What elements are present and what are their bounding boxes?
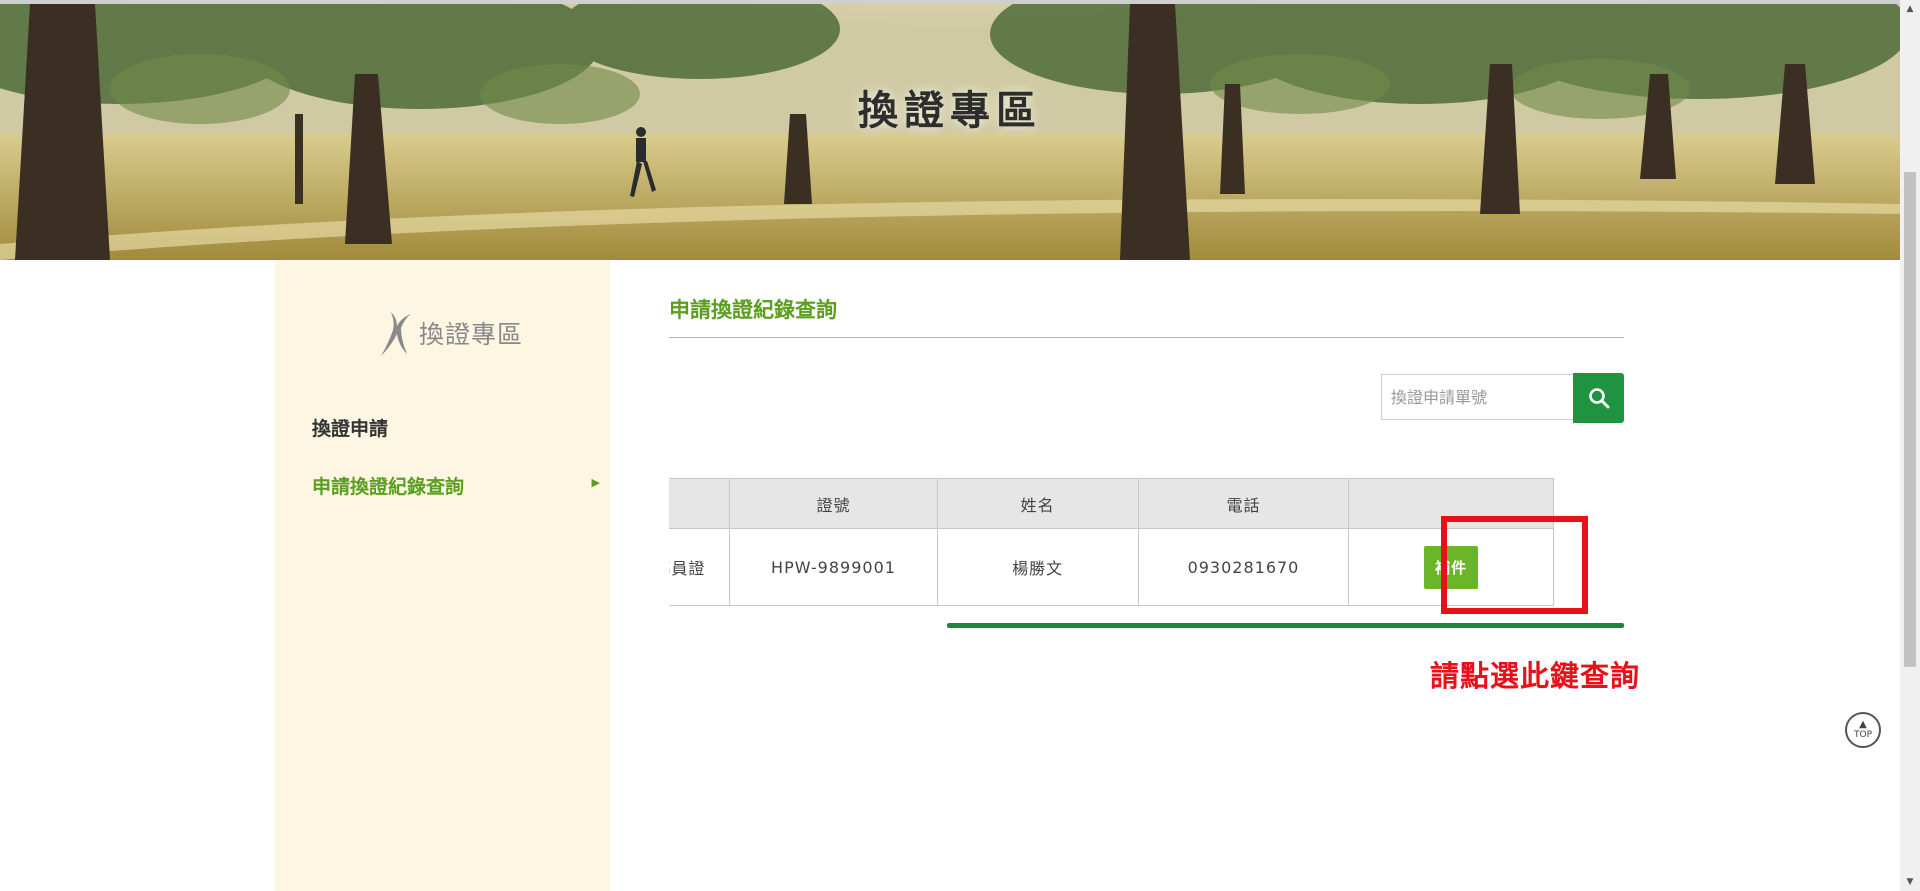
header-cert-no: 證號 <box>729 478 938 529</box>
annotation-text: 請點選此鍵查詢 <box>1430 659 1641 693</box>
heading-divider <box>669 337 1624 338</box>
page-scrollbar[interactable]: ▲ ▼ <box>1900 0 1920 891</box>
sidebar-item-apply[interactable]: 換證申請 <box>312 414 600 441</box>
arrow-right-icon: ▶ <box>591 476 600 489</box>
runner-logo-icon <box>381 312 411 356</box>
cell-phone: 0930281670 <box>1137 528 1350 606</box>
table-scroll-indicator[interactable] <box>947 623 1624 628</box>
annotation-highlight-box <box>1441 516 1588 614</box>
scroll-up-arrow-icon[interactable]: ▲ <box>1900 0 1920 18</box>
hero-banner: 換證專區 <box>0 4 1900 260</box>
banner-title: 換證專區 <box>858 88 1042 134</box>
search-icon <box>1588 388 1609 409</box>
sidebar-item-label: 申請換證紀錄查詢 <box>312 476 465 498</box>
search-input[interactable] <box>1381 374 1573 420</box>
table-row: 導員證 HPW-9899001 楊勝文 0930281670 補件 <box>669 528 1554 606</box>
sidebar-item-label: 換證申請 <box>312 418 389 440</box>
back-to-top-label: TOP <box>1853 730 1872 740</box>
arrow-up-icon: ▲ <box>1859 719 1867 730</box>
table-header-row: 證號 姓名 電話 <box>669 478 1554 529</box>
cell-type: 導員證 <box>669 528 731 606</box>
header-name: 姓名 <box>936 478 1139 529</box>
header-type <box>669 478 731 529</box>
records-table: 證號 姓名 電話 導員證 HPW-9899001 楊勝文 0930281670 … <box>669 478 1554 606</box>
sidebar: 換證專區 換證申請 申請換證紀錄查詢 ▶ <box>275 260 610 891</box>
page-title: 申請換證紀錄查詢 <box>669 298 837 322</box>
search-button[interactable] <box>1573 373 1624 423</box>
cell-name: 楊勝文 <box>936 528 1139 606</box>
sidebar-logo: 換證專區 <box>377 308 523 358</box>
scrollbar-thumb[interactable] <box>1904 172 1916 667</box>
header-phone: 電話 <box>1137 478 1350 529</box>
back-to-top-button[interactable]: ▲ TOP <box>1845 712 1881 748</box>
sidebar-logo-text: 換證專區 <box>419 320 524 349</box>
sidebar-item-record-query[interactable]: 申請換證紀錄查詢 ▶ <box>312 472 600 499</box>
scroll-down-arrow-icon[interactable]: ▼ <box>1900 873 1920 891</box>
cell-cert-no: HPW-9899001 <box>729 528 938 606</box>
